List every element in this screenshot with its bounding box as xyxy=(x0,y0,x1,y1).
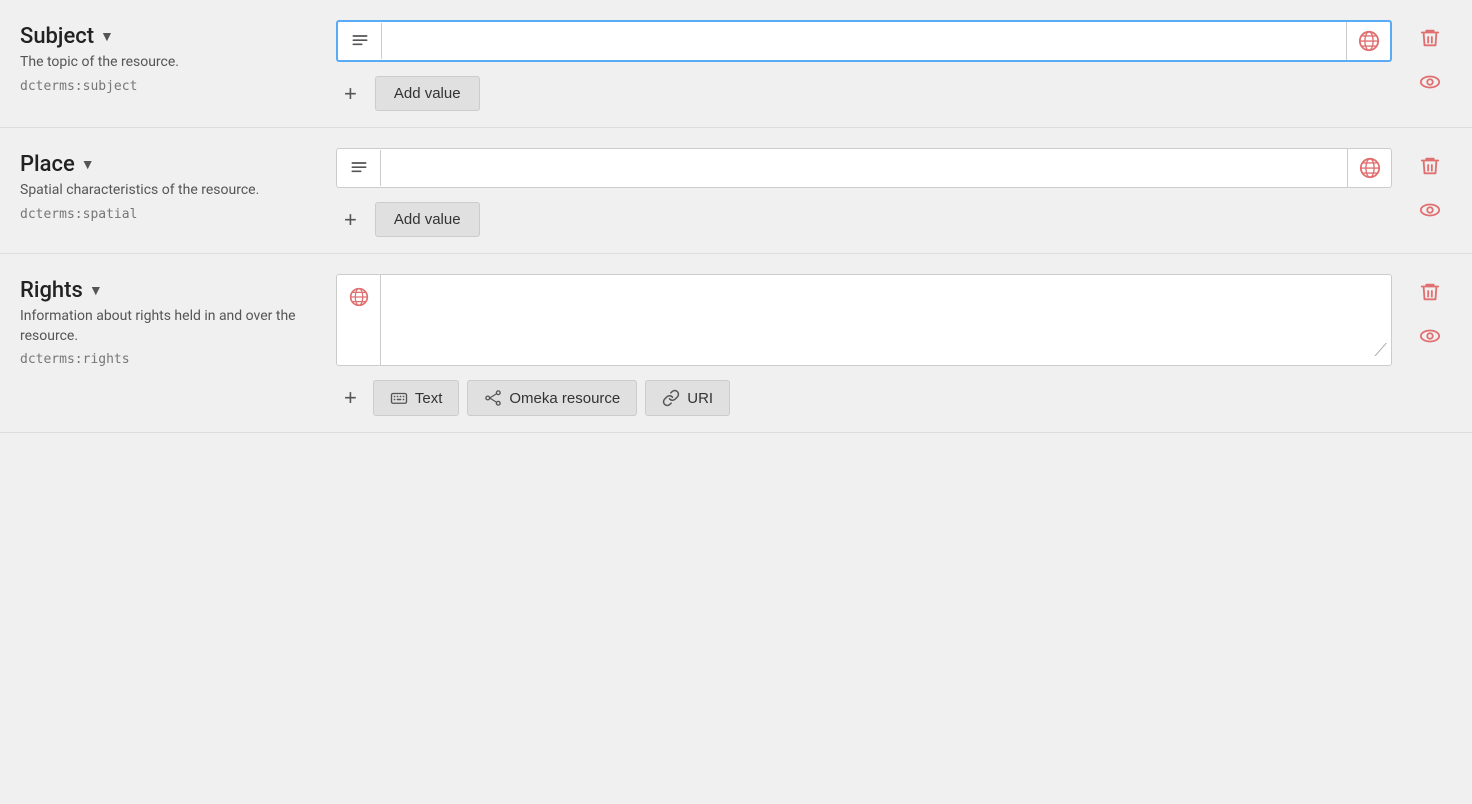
text-btn-label: Text xyxy=(415,390,443,407)
field-name-rights: Rights xyxy=(20,278,83,303)
subject-input[interactable] xyxy=(382,23,1346,60)
uri-btn-label: URI xyxy=(687,390,713,407)
plus-btn-rights[interactable]: + xyxy=(336,381,365,415)
field-title-place: Place ▼ xyxy=(20,152,320,177)
eye-icon-svg-rights xyxy=(1419,325,1441,347)
lines-icon-place xyxy=(349,158,369,178)
visibility-btn-subject[interactable] xyxy=(1412,64,1448,100)
trash-icon-svg-rights xyxy=(1419,281,1441,303)
globe-icon-place xyxy=(1359,157,1381,179)
field-inputs-place: + Add value xyxy=(336,148,1392,237)
eye-icon-svg-place xyxy=(1419,199,1441,221)
add-value-btn-place[interactable]: Add value xyxy=(375,202,480,237)
place-input[interactable] xyxy=(381,150,1347,187)
field-term-subject: dcterms:subject xyxy=(20,79,320,94)
field-title-rights: Rights ▼ xyxy=(20,278,320,303)
chevron-icon-rights[interactable]: ▼ xyxy=(89,282,103,299)
field-label-col-rights: Rights ▼ Information about rights held i… xyxy=(20,274,320,367)
field-inputs-subject: + Add value xyxy=(336,20,1392,111)
globe-icon-subject xyxy=(1358,30,1380,52)
eye-icon-svg xyxy=(1419,71,1441,93)
text-btn-rights[interactable]: Text xyxy=(373,380,460,416)
trash-icon-svg xyxy=(1419,27,1441,49)
input-row-rights: ⟋ xyxy=(336,274,1392,366)
plus-btn-subject[interactable]: + xyxy=(336,77,365,111)
add-value-row-subject: + Add value xyxy=(336,76,1392,111)
link-icon xyxy=(662,389,680,407)
text-field-icon-subject[interactable] xyxy=(338,23,382,59)
omeka-resource-btn-rights[interactable]: Omeka resource xyxy=(467,380,637,416)
delete-btn-place[interactable] xyxy=(1412,148,1448,184)
input-row-place xyxy=(336,148,1392,188)
action-col-rights xyxy=(1408,274,1452,354)
lines-icon xyxy=(350,31,370,51)
language-btn-place[interactable] xyxy=(1347,149,1391,187)
field-rights: Rights ▼ Information about rights held i… xyxy=(0,254,1472,433)
field-label-col-place: Place ▼ Spatial characteristics of the r… xyxy=(20,148,320,222)
add-value-btn-subject[interactable]: Add value xyxy=(375,76,480,111)
chevron-icon-place[interactable]: ▼ xyxy=(81,156,95,173)
field-inputs-rights: ⟋ + Text xyxy=(336,274,1392,416)
plus-btn-place[interactable]: + xyxy=(336,203,365,237)
field-name-place: Place xyxy=(20,152,75,177)
field-title-subject: Subject ▼ xyxy=(20,24,320,49)
delete-btn-subject[interactable] xyxy=(1412,20,1448,56)
input-wrapper-place[interactable] xyxy=(336,148,1392,188)
text-field-icon-place[interactable] xyxy=(337,150,381,186)
input-row-subject xyxy=(336,20,1392,62)
input-wrapper-subject[interactable] xyxy=(336,20,1392,62)
chevron-icon-subject[interactable]: ▼ xyxy=(100,28,114,45)
visibility-btn-place[interactable] xyxy=(1412,192,1448,228)
delete-btn-rights[interactable] xyxy=(1412,274,1448,310)
field-term-place: dcterms:spatial xyxy=(20,207,320,222)
field-subject: Subject ▼ The topic of the resource. dct… xyxy=(0,0,1472,128)
button-group-rights: + Text xyxy=(336,380,1392,416)
field-description-subject: The topic of the resource. xyxy=(20,53,320,73)
visibility-btn-rights[interactable] xyxy=(1412,318,1448,354)
field-description-rights: Information about rights held in and ove… xyxy=(20,307,320,346)
action-col-subject xyxy=(1408,20,1452,100)
textarea-wrapper-rights[interactable]: ⟋ xyxy=(336,274,1392,366)
trash-icon-svg-place xyxy=(1419,155,1441,177)
language-btn-subject[interactable] xyxy=(1346,22,1390,60)
action-col-place xyxy=(1408,148,1452,228)
field-term-rights: dcterms:rights xyxy=(20,352,320,367)
globe-icon-col-rights[interactable] xyxy=(337,275,381,365)
metadata-form: Subject ▼ The topic of the resource. dct… xyxy=(0,0,1472,804)
uri-btn-rights[interactable]: URI xyxy=(645,380,730,416)
nodes-icon xyxy=(484,389,502,407)
omeka-resource-btn-label: Omeka resource xyxy=(509,390,620,407)
resize-handle-rights: ⟋ xyxy=(1370,336,1391,365)
field-description-place: Spatial characteristics of the resource. xyxy=(20,181,320,201)
globe-icon-rights xyxy=(349,287,369,307)
field-place: Place ▼ Spatial characteristics of the r… xyxy=(0,128,1472,254)
add-value-row-place: + Add value xyxy=(336,202,1392,237)
field-name-subject: Subject xyxy=(20,24,94,49)
field-label-col-subject: Subject ▼ The topic of the resource. dct… xyxy=(20,20,320,94)
rights-textarea[interactable] xyxy=(381,275,1370,365)
keyboard-icon xyxy=(390,389,408,407)
